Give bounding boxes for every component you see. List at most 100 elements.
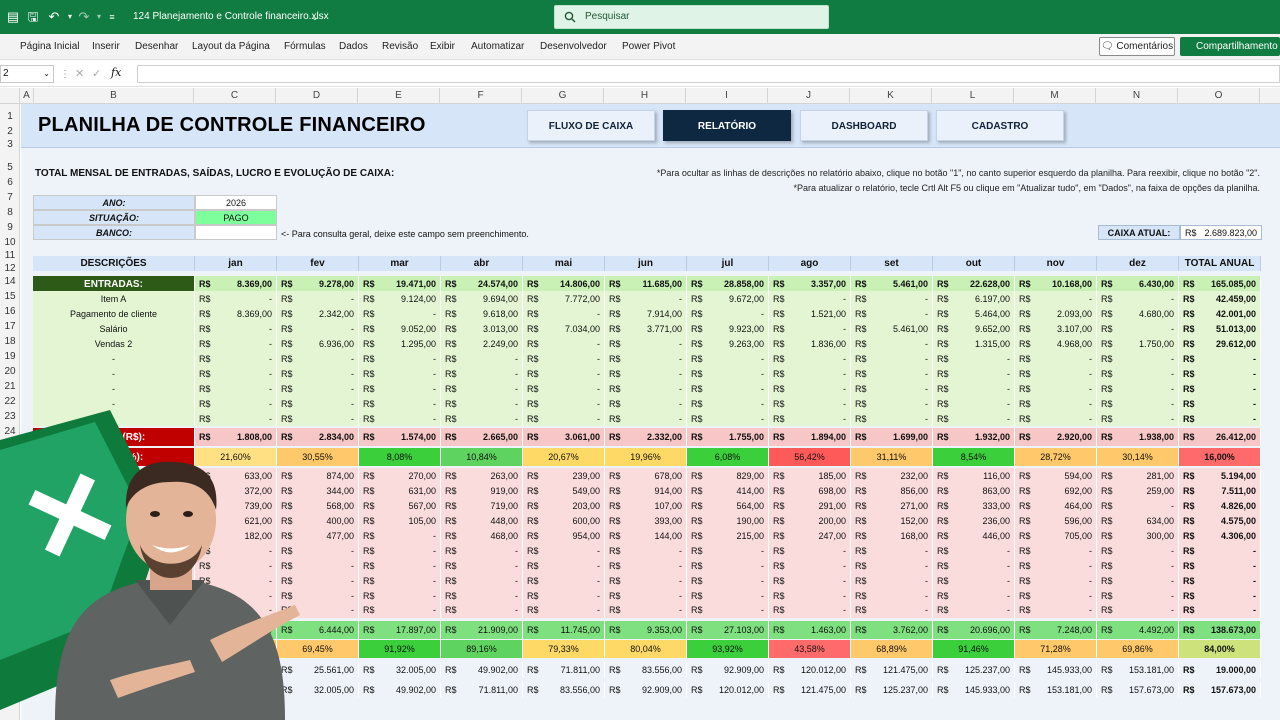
table-cell[interactable]: 79,33% <box>523 640 605 658</box>
table-cell[interactable]: 19,96% <box>605 448 687 466</box>
column-header-d[interactable]: D <box>276 88 358 104</box>
table-cell[interactable]: R$ - <box>769 411 851 426</box>
table-cell[interactable]: R$ - <box>359 396 441 411</box>
table-cell[interactable]: R$ - <box>933 381 1015 396</box>
table-cell[interactable]: R$ - <box>523 602 605 618</box>
table-cell[interactable]: R$ - <box>933 602 1015 618</box>
row-header[interactable]: 35 <box>0 601 20 612</box>
table-cell[interactable]: R$ 698,00 <box>769 483 851 498</box>
table-cell[interactable]: R$ 9.052,00 <box>359 321 441 336</box>
search-input[interactable]: Pesquisar <box>554 5 829 29</box>
table-cell[interactable]: R$ 11.685,00 <box>605 276 687 292</box>
table-cell[interactable]: R$ 9.672,00 <box>687 291 769 306</box>
table-cell[interactable]: R$ - <box>605 558 687 573</box>
table-cell[interactable]: R$ - <box>277 573 359 588</box>
table-cell[interactable]: R$ 71.811,00 <box>523 662 605 677</box>
row-description[interactable] <box>33 558 195 573</box>
table-cell[interactable]: R$ - <box>1015 543 1097 558</box>
table-cell[interactable]: R$ 14.806,00 <box>523 276 605 292</box>
table-cell[interactable]: R$ 567,00 <box>359 498 441 513</box>
row-header[interactable]: 33 <box>0 571 20 582</box>
table-cell[interactable]: R$ 464,00 <box>1015 498 1097 513</box>
table-cell[interactable]: R$ - <box>277 321 359 336</box>
table-cell[interactable]: R$ - <box>605 543 687 558</box>
table-cell[interactable]: R$ 1.574,00 <box>359 428 441 446</box>
table-cell[interactable]: R$ 9.278,00 <box>277 276 359 292</box>
table-cell[interactable]: R$ - <box>605 573 687 588</box>
row-header[interactable]: 21 <box>0 381 20 392</box>
table-cell[interactable]: R$ 22.628,00 <box>933 276 1015 292</box>
table-cell[interactable]: R$ - <box>1015 351 1097 366</box>
table-cell[interactable]: R$ - <box>523 351 605 366</box>
table-cell[interactable]: R$ 9.124,00 <box>359 291 441 306</box>
table-cell[interactable]: R$ 5.464,00 <box>933 306 1015 321</box>
table-cell[interactable]: 80,04% <box>605 640 687 658</box>
table-cell[interactable]: R$ - <box>195 558 277 573</box>
table-cell[interactable]: R$ 157.673,00 <box>1179 682 1261 697</box>
row-header[interactable]: 14 <box>0 276 20 287</box>
table-cell[interactable]: R$ 239,00 <box>523 468 605 483</box>
row-header[interactable]: 38 <box>0 660 20 671</box>
table-cell[interactable]: R$ - <box>441 558 523 573</box>
row-description[interactable] <box>33 528 195 543</box>
table-cell[interactable]: R$ - <box>1015 558 1097 573</box>
table-cell[interactable]: R$ 92.909,00 <box>687 662 769 677</box>
row-header[interactable]: 3 <box>0 139 20 150</box>
table-cell[interactable]: R$ - <box>277 291 359 306</box>
table-cell[interactable]: R$ 600,00 <box>523 513 605 528</box>
row-description[interactable] <box>33 588 195 603</box>
table-cell[interactable]: R$ 400,00 <box>277 513 359 528</box>
table-cell[interactable]: R$ - <box>1097 558 1179 573</box>
table-cell[interactable]: R$ 105,00 <box>359 513 441 528</box>
table-cell[interactable]: R$ 24.574,00 <box>441 276 523 292</box>
table-cell[interactable]: R$ - <box>933 588 1015 603</box>
row-header[interactable]: 18 <box>0 336 20 347</box>
column-header-e[interactable]: E <box>358 88 440 104</box>
row-description[interactable] <box>33 468 195 483</box>
autosave-icon[interactable]: ▤ <box>5 9 21 25</box>
column-header-o[interactable]: O <box>1178 88 1260 104</box>
banco-field[interactable] <box>195 225 277 240</box>
table-cell[interactable]: R$ 42.459,00 <box>1179 291 1261 306</box>
table-cell[interactable]: R$ - <box>441 588 523 603</box>
table-cell[interactable]: R$ - <box>687 366 769 381</box>
table-cell[interactable]: R$ - <box>1097 351 1179 366</box>
table-cell[interactable]: R$ 2.834,00 <box>277 428 359 446</box>
table-cell[interactable]: R$ 448,00 <box>441 513 523 528</box>
row-description[interactable]: Pagamento de cliente <box>33 306 195 321</box>
column-header-h[interactable]: H <box>604 88 686 104</box>
table-cell[interactable]: R$ - <box>1097 396 1179 411</box>
row-description[interactable]: SAÍDAS (R$): <box>33 428 195 446</box>
table-cell[interactable]: R$ - <box>277 381 359 396</box>
table-cell[interactable]: R$ - <box>1179 411 1261 426</box>
row-header[interactable]: 30 <box>0 526 20 537</box>
table-cell[interactable]: 69,86% <box>1097 640 1179 658</box>
confirm-icon[interactable]: ✓ <box>92 67 101 80</box>
select-all-corner[interactable] <box>0 88 20 104</box>
row-description[interactable]: - <box>33 411 195 426</box>
table-cell[interactable]: R$ - <box>933 396 1015 411</box>
table-cell[interactable]: R$ - <box>769 543 851 558</box>
row-header[interactable]: 11 <box>0 250 20 261</box>
table-cell[interactable]: R$ 4.306,00 <box>1179 528 1261 543</box>
row-description[interactable] <box>33 621 195 639</box>
table-cell[interactable]: R$ 21.909,00 <box>441 621 523 639</box>
table-cell[interactable]: R$ - <box>277 543 359 558</box>
table-cell[interactable]: R$ 2.249,00 <box>441 336 523 351</box>
table-cell[interactable]: R$ 719,00 <box>441 498 523 513</box>
tab-dados[interactable]: Dados <box>339 41 368 52</box>
row-header[interactable]: 15 <box>0 291 20 302</box>
table-cell[interactable]: R$ 157.673,00 <box>1097 682 1179 697</box>
table-cell[interactable]: 31,11% <box>851 448 933 466</box>
table-cell[interactable]: R$ 270,00 <box>359 468 441 483</box>
table-cell[interactable]: R$ 49.902,00 <box>359 682 441 697</box>
row-description[interactable]: - <box>33 381 195 396</box>
table-cell[interactable]: R$ - <box>933 543 1015 558</box>
table-cell[interactable]: R$ 19.000,00 <box>1179 662 1261 677</box>
table-cell[interactable]: R$ - <box>441 351 523 366</box>
table-cell[interactable]: R$ 9.652,00 <box>933 321 1015 336</box>
table-cell[interactable]: R$ 1.699,00 <box>851 428 933 446</box>
table-cell[interactable]: R$ - <box>1097 498 1179 513</box>
table-cell[interactable]: R$ 568,00 <box>277 498 359 513</box>
table-cell[interactable]: R$ - <box>359 381 441 396</box>
